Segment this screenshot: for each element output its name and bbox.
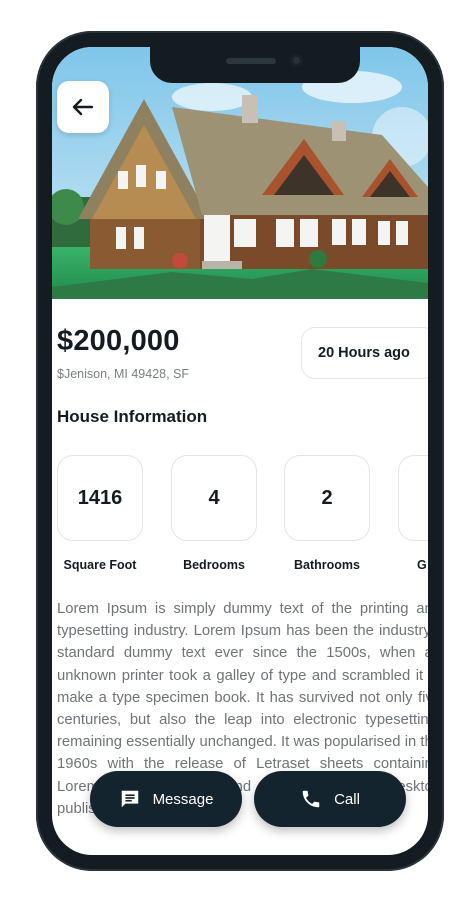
arrow-left-icon (72, 98, 94, 116)
call-button-label: Call (334, 790, 360, 808)
app-screen: $200,000 $Jenison, MI 49428, SF 20 Hours… (52, 47, 428, 855)
listing-price: $200,000 (57, 325, 180, 357)
back-button[interactable] (57, 81, 109, 133)
house-photo (52, 47, 428, 299)
message-button[interactable]: Message (90, 771, 242, 827)
stat-value: 4 (171, 455, 257, 541)
phone-icon (302, 790, 320, 808)
chat-bubble-icon (121, 790, 138, 808)
posted-time-badge: 20 Hours ago (301, 327, 428, 379)
stat-card-bedrooms: 4 Bedrooms (171, 455, 259, 572)
stat-value: 1416 (57, 455, 143, 541)
listing-address: $Jenison, MI 49428, SF (57, 367, 190, 381)
stat-label: Bedrooms (183, 558, 245, 572)
phone-frame: $200,000 $Jenison, MI 49428, SF 20 Hours… (36, 31, 444, 871)
stat-value (398, 455, 428, 541)
house-stats-list: 1416 Square Foot 4 Bedrooms 2 Bathrooms … (57, 455, 428, 587)
message-button-label: Message (152, 790, 214, 808)
stat-label: Bathrooms (294, 558, 360, 572)
stat-label: G (417, 558, 427, 572)
house-photo-illustration (52, 47, 428, 299)
call-button[interactable]: Call (254, 771, 406, 827)
section-title: House Information (57, 407, 208, 426)
phone-notch (150, 47, 360, 83)
front-camera (290, 54, 303, 67)
stat-label: Square Foot (63, 558, 137, 572)
stat-value: 2 (284, 455, 370, 541)
speaker-grille (226, 58, 276, 64)
stat-card-square-foot: 1416 Square Foot (57, 455, 145, 572)
stat-card-bathrooms: 2 Bathrooms (284, 455, 372, 572)
stat-card-partial: G (398, 455, 428, 572)
